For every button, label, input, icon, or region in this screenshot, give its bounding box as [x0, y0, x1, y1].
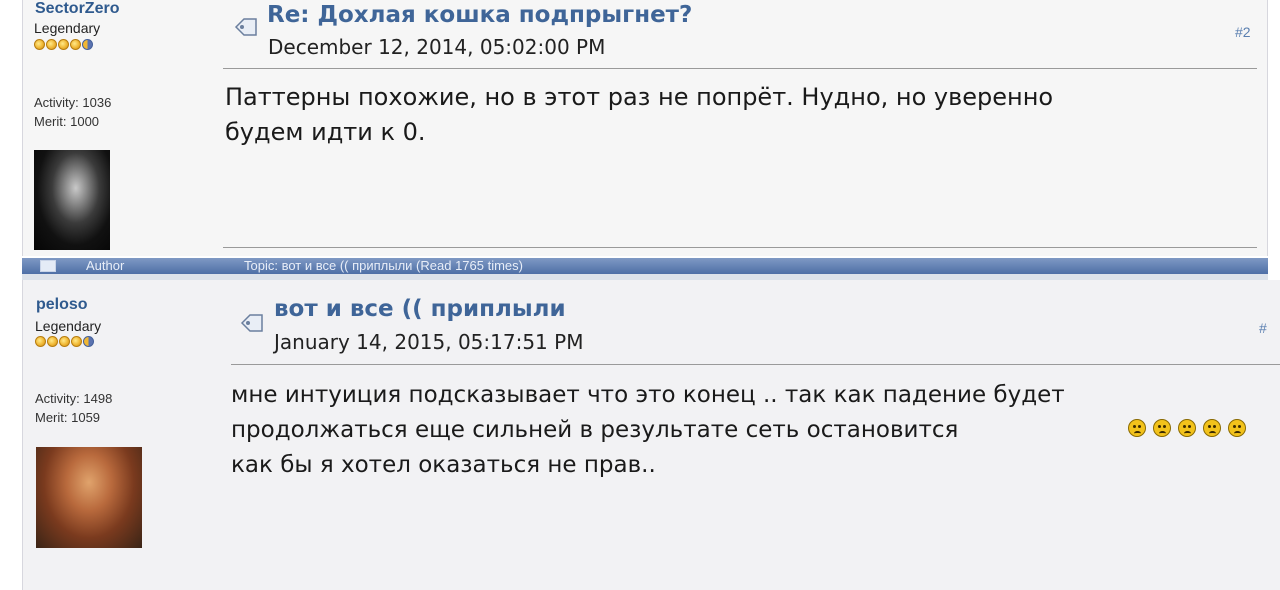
- post-2-merit: Merit: 1059: [35, 410, 101, 425]
- post-1-body: Паттерны похожие, но в этот раз не попрё…: [225, 80, 1053, 150]
- half-star-icon: [82, 39, 93, 50]
- half-star-icon: [83, 336, 94, 347]
- post-2-activity: Activity: 1498: [35, 391, 113, 406]
- post-1-rank: Legendary: [34, 20, 101, 36]
- star-icon: [58, 39, 69, 50]
- sad-smiley-icon: [1153, 419, 1171, 437]
- star-icon: [71, 336, 82, 347]
- star-icon: [34, 39, 45, 50]
- topic-header-bar: Author Topic: вот и все (( приплыли (Rea…: [22, 258, 1268, 274]
- post-2-header-divider: [231, 364, 1280, 365]
- sad-smilies: [1128, 419, 1246, 437]
- topic-icon: [234, 18, 257, 36]
- star-icon: [46, 39, 57, 50]
- post-2-body-line-1: мне интуиция подсказывает что это конец …: [231, 382, 1065, 408]
- post-2: peloso Legendary Activity: 1498 Merit: 1…: [22, 280, 1280, 590]
- post-2-subject[interactable]: вот и все (( приплыли: [274, 296, 566, 322]
- post-2-rank: Legendary: [35, 318, 102, 334]
- post-1-avatar[interactable]: [34, 150, 110, 250]
- post-2-date: January 14, 2015, 05:17:51 PM: [274, 330, 584, 354]
- post-1-activity: Activity: 1036: [34, 95, 112, 110]
- post-1-footer-divider: [223, 247, 1257, 248]
- star-icon: [70, 39, 81, 50]
- post-2-body-line-2: продолжаться еще сильней в результате се…: [231, 417, 959, 443]
- sad-smiley-icon: [1178, 419, 1196, 437]
- post-2-number[interactable]: #: [1259, 320, 1267, 336]
- post-2-body-line-3: как бы я хотел оказаться не прав..: [231, 452, 656, 478]
- post-1-rank-stars: [34, 39, 93, 50]
- author-column-label: Author: [86, 258, 125, 273]
- sad-smiley-icon: [1128, 419, 1146, 437]
- sad-smiley-icon: [1228, 419, 1246, 437]
- post-1-body-line-2: будем идти к 0.: [225, 118, 426, 146]
- post-1-date: December 12, 2014, 05:02:00 PM: [268, 35, 606, 59]
- topic-icon: [240, 314, 263, 332]
- post-1-header-divider: [223, 68, 1257, 69]
- post-2-rank-stars: [35, 336, 94, 347]
- sad-smiley-icon: [1203, 419, 1221, 437]
- post-2-body: мне интуиция подсказывает что это конец …: [231, 378, 1065, 483]
- star-icon: [59, 336, 70, 347]
- topic-header-icon: [40, 260, 56, 272]
- star-icon: [35, 336, 46, 347]
- post-1: SectorZero Legendary Activity: 1036 Meri…: [22, 0, 1268, 256]
- post-1-number[interactable]: #2: [1235, 24, 1251, 40]
- post-1-username[interactable]: SectorZero: [35, 0, 119, 18]
- post-1-body-line-1: Паттерны похожие, но в этот раз не попрё…: [225, 83, 1054, 111]
- post-2-username[interactable]: peloso: [36, 296, 88, 314]
- post-2-avatar[interactable]: [36, 447, 142, 548]
- topic-column-label: Topic: вот и все (( приплыли (Read 1765 …: [244, 258, 523, 273]
- post-1-merit: Merit: 1000: [34, 114, 100, 129]
- star-icon: [47, 336, 58, 347]
- post-1-subject[interactable]: Re: Дохлая кошка подпрыгнет?: [267, 2, 692, 28]
